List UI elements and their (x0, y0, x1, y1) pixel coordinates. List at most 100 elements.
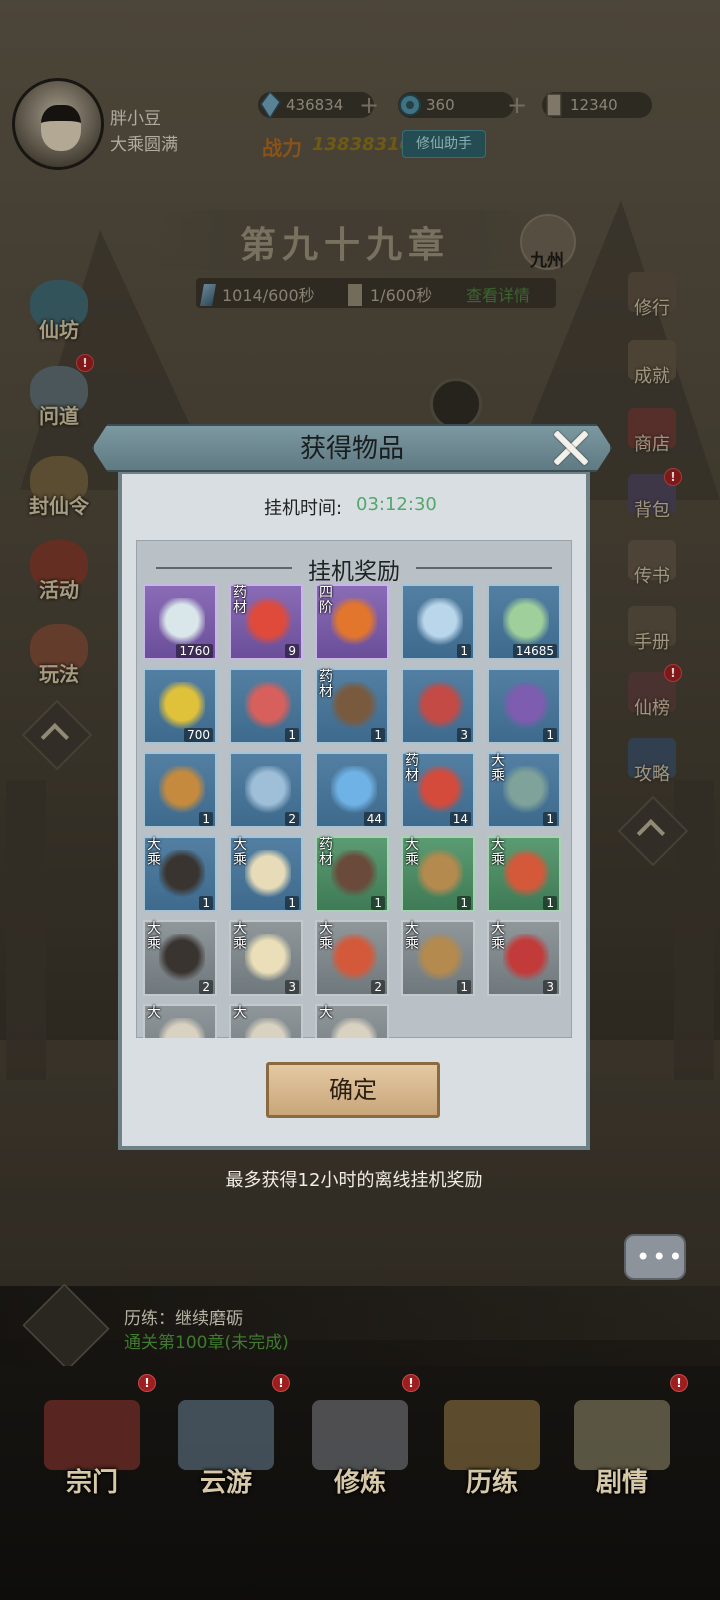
close-button[interactable] (550, 428, 590, 468)
side-item-letters[interactable]: 传书 (620, 540, 684, 600)
item-quantity: 1 (457, 896, 471, 910)
nav-story[interactable]: 剧情 ! (552, 1374, 692, 1530)
purple-gem-icon (503, 682, 549, 732)
reward-item-slot[interactable]: 大 (229, 1004, 303, 1038)
bronze-cauldron-icon (503, 766, 549, 816)
fire-herb-icon (245, 598, 291, 648)
item-tag: 大乘 (405, 837, 419, 868)
chevron-up-icon (40, 722, 70, 752)
spirit-stone-icon (260, 90, 281, 120)
reward-item-slot[interactable]: 1 (143, 752, 217, 828)
reward-item-slot[interactable]: 大乘 1 (401, 920, 475, 996)
reward-item-slot[interactable]: 2 (229, 752, 303, 828)
region-label: 九州 (530, 251, 564, 271)
confirm-button[interactable]: 确定 (266, 1062, 440, 1118)
ice-crystal-icon (245, 766, 291, 816)
player-avatar[interactable] (12, 78, 104, 170)
reward-item-slot[interactable]: 大乘 1 (229, 836, 303, 912)
nav-trials[interactable]: 历练 (422, 1380, 562, 1530)
partial-item-icon (331, 1018, 377, 1038)
side-item-guide[interactable]: 攻略 (620, 738, 684, 798)
side-item-gameplay[interactable]: 玩法 (16, 624, 102, 686)
reward-item-slot[interactable]: 44 (315, 752, 389, 828)
reward-item-slot[interactable]: 1760 (143, 584, 217, 660)
side-item-manual[interactable]: 手册 (620, 606, 684, 666)
reward-item-slot[interactable]: 药材 1 (315, 668, 389, 744)
item-tag: 大乘 (491, 753, 505, 784)
reward-item-slot[interactable]: 四阶 (315, 584, 389, 660)
reward-item-slot[interactable]: 大 (315, 1004, 389, 1038)
side-item-shop[interactable]: 商店 (620, 408, 684, 468)
nav-sect[interactable]: 宗门 ! (22, 1374, 162, 1530)
side-item-market[interactable]: 仙坊 (16, 280, 102, 342)
side-item-achievements[interactable]: 成就 (620, 340, 684, 400)
item-quantity: 1 (457, 980, 471, 994)
item-tag: 大乘 (147, 921, 161, 952)
side-item-rankings[interactable]: 仙榜! (620, 664, 684, 732)
reward-item-slot[interactable]: 大乘 1 (143, 836, 217, 912)
reward-item-slot[interactable]: 14685 (487, 584, 561, 660)
reward-item-slot[interactable]: 大乘 2 (315, 920, 389, 996)
side-item-dao[interactable]: 问道 ! (16, 354, 102, 428)
dragon-seal-icon (503, 850, 549, 900)
player-rank: 大乘圆满 (110, 135, 178, 155)
reward-item-slot[interactable]: 3 (401, 668, 475, 744)
item-quantity: 1 (199, 896, 213, 910)
reward-item-slot[interactable]: 大乘 3 (487, 920, 561, 996)
story-icon (574, 1400, 670, 1470)
idle-time-label: 挂机时间: (264, 498, 343, 519)
reward-item-slot[interactable]: 大乘 1 (487, 752, 561, 828)
reward-item-slot[interactable]: 大乘 1 (401, 836, 475, 912)
reward-item-slot[interactable]: 药材 1 (315, 836, 389, 912)
collapse-left-menu-button[interactable] (21, 699, 93, 771)
side-item-label: 活动 (39, 578, 79, 602)
add-spirit-stone-button[interactable]: + (358, 93, 380, 117)
npc-avatar[interactable] (430, 378, 482, 430)
chapter-title: 第九十九章 (240, 224, 451, 266)
reward-item-slot[interactable]: 1 (229, 668, 303, 744)
reward-item-slot[interactable]: 大乘 3 (229, 920, 303, 996)
travel-icon (178, 1400, 274, 1470)
side-item-label: 攻略 (634, 764, 670, 785)
dragon-seal-icon (331, 934, 377, 984)
item-tag: 大乘 (405, 921, 419, 952)
reward-item-grid[interactable]: 1760 药材 9 四阶 1 14685 700 1 药材 1 3 1 1 2 44 药材 14 大乘 1 大乘 1 大乘… (143, 584, 573, 1038)
red-shard-icon (417, 682, 463, 732)
quest-tracker[interactable] (0, 1286, 720, 1366)
side-item-seal-order[interactable]: 封仙令 (16, 456, 102, 518)
reward-item-slot[interactable]: 1 (401, 584, 475, 660)
reward-item-slot[interactable]: 药材 14 (401, 752, 475, 828)
nav-travel[interactable]: 云游 ! (156, 1374, 296, 1530)
mirror-icon (245, 850, 291, 900)
side-item-label: 问道 (39, 404, 79, 428)
item-quantity: 1 (371, 896, 385, 910)
reward-item-slot[interactable]: 大乘 2 (143, 920, 217, 996)
modal-title: 获得物品 (299, 434, 404, 464)
item-quantity: 14 (449, 812, 471, 826)
notification-badge: ! (272, 1374, 290, 1392)
item-quantity: 1 (371, 728, 385, 742)
whip-icon (417, 850, 463, 900)
item-quantity: 1760 (176, 644, 213, 658)
side-item-label: 背包 (634, 500, 670, 521)
black-robe-icon (159, 934, 205, 984)
side-item-practice[interactable]: 修行 (620, 272, 684, 332)
chat-button[interactable]: ••• (624, 1234, 686, 1280)
reward-item-slot[interactable]: 大乘 1 (487, 836, 561, 912)
cultivation-helper-button[interactable]: 修仙助手 (402, 130, 486, 158)
side-item-label: 成就 (634, 366, 670, 387)
nav-label: 剧情 (595, 1468, 648, 1498)
stone-rate: 1014/600秒 (222, 286, 315, 305)
red-flower-icon (417, 766, 463, 816)
reward-item-slot[interactable]: 1 (487, 668, 561, 744)
reward-item-slot[interactable]: 药材 9 (229, 584, 303, 660)
item-tag: 大 (147, 1005, 161, 1021)
reward-item-slot[interactable]: 大 (143, 1004, 217, 1038)
nav-cultivate[interactable]: 修炼 ! (290, 1374, 430, 1530)
view-details-link[interactable]: 查看详情 (466, 282, 530, 306)
side-item-events[interactable]: 活动 (16, 540, 102, 602)
cultivate-icon (312, 1400, 408, 1470)
reward-item-slot[interactable]: 700 (143, 668, 217, 744)
add-jade-button[interactable]: + (506, 93, 528, 117)
side-item-backpack[interactable]: 背包! (620, 468, 684, 534)
